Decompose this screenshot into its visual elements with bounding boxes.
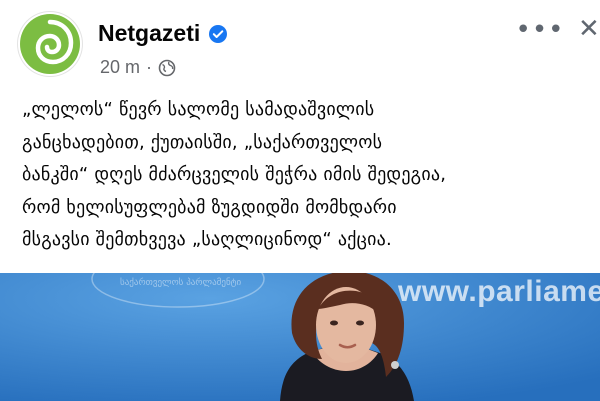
globe-icon[interactable]	[158, 59, 176, 77]
verified-badge-icon	[209, 24, 228, 43]
post-timestamp[interactable]: 20 m	[100, 57, 140, 78]
post-meta: 20 m ·	[100, 57, 176, 78]
page-avatar[interactable]	[18, 12, 82, 76]
page-name[interactable]: Netgazeti	[98, 20, 228, 47]
post-text: „ლელოს“ წევრ სალომე სამადაშვილის განცხად…	[22, 99, 447, 250]
close-icon: ✕	[578, 14, 600, 44]
page-name-label[interactable]: Netgazeti	[98, 20, 200, 47]
netgazeti-logo-icon	[20, 14, 80, 74]
meta-separator: ·	[146, 57, 153, 77]
image-watermark-url: www.parliament.ge	[398, 275, 600, 308]
close-button[interactable]: ✕	[578, 14, 600, 44]
more-options-button[interactable]: •••	[516, 15, 564, 45]
svg-text:საქართველოს პარლამენტი: საქართველოს პარლამენტი	[120, 277, 242, 288]
post-image[interactable]: საქართველოს პარლამენტი www.parliament.ge	[0, 273, 600, 401]
more-icon: •••	[515, 15, 565, 45]
